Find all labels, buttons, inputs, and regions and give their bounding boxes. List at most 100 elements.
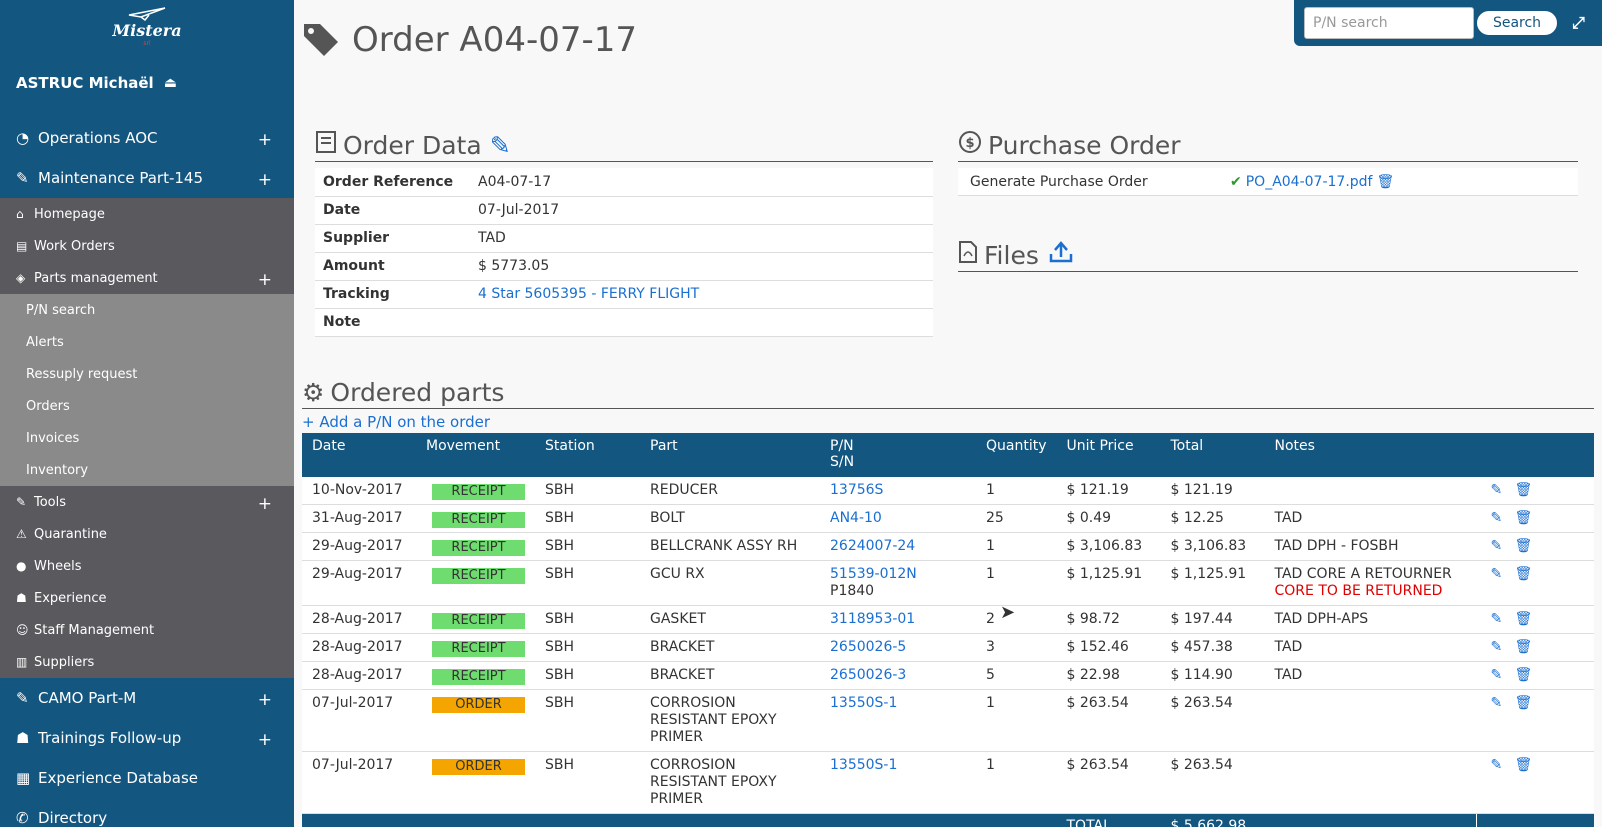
pn-link[interactable]: 2650026-3 — [830, 667, 906, 683]
expand-plus-icon[interactable]: + — [258, 170, 272, 190]
order-data-heading: Order Data ✎ — [315, 130, 933, 162]
cell-unit-price: $ 3,106.83 — [1056, 532, 1161, 561]
pn-link[interactable]: 13550S-1 — [830, 695, 897, 711]
nav-wheels[interactable]: ● Wheels — [0, 550, 294, 582]
cell-total: $ 3,106.83 — [1160, 532, 1265, 561]
pn-link[interactable]: 13550S-1 — [830, 757, 897, 773]
trash-icon[interactable]: 🗑 — [1515, 667, 1539, 684]
nav-orders[interactable]: Orders — [0, 390, 294, 422]
check-icon: ✔ — [1230, 173, 1242, 190]
col-pn-sn[interactable]: P/N S/N — [820, 433, 976, 477]
nav-ressuply[interactable]: Ressuply request — [0, 358, 294, 390]
pencil-edit-icon[interactable]: ✎ — [1491, 757, 1515, 774]
expand-plus-icon[interactable]: + — [258, 494, 272, 514]
expand-plus-icon[interactable]: + — [258, 730, 272, 750]
users-icon: ☺ — [16, 623, 29, 637]
col-part[interactable]: Part — [640, 433, 820, 477]
add-pn-link[interactable]: + Add a P/N on the order — [302, 413, 1594, 431]
nav-inventory[interactable]: Inventory — [0, 454, 294, 486]
cell-unit-price: $ 22.98 — [1056, 661, 1161, 690]
section-title: Purchase Order — [988, 130, 1181, 160]
expand-plus-icon[interactable]: + — [258, 270, 272, 290]
main-content: Order A04-07-17 Order Data ✎ Order Refer… — [294, 0, 1602, 827]
trash-icon[interactable]: 🗑 — [1515, 538, 1539, 555]
nav-quarantine[interactable]: ⚠ Quarantine — [0, 518, 294, 550]
pn-link[interactable]: 3118953-01 — [830, 611, 915, 627]
pencil-edit-icon[interactable]: ✎ — [1491, 667, 1515, 684]
pn-link[interactable]: AN4-10 — [830, 510, 882, 526]
nav-experience[interactable]: ☗ Experience — [0, 582, 294, 614]
pdf-file-icon — [958, 240, 978, 270]
trash-icon[interactable]: 🗑 — [1515, 510, 1539, 527]
col-total[interactable]: Total — [1161, 433, 1265, 477]
upload-icon[interactable] — [1047, 240, 1075, 270]
graduation-cap-icon: ☗ — [16, 729, 30, 747]
nav-alerts[interactable]: Alerts — [0, 326, 294, 358]
expand-plus-icon[interactable]: + — [258, 130, 272, 150]
cell-part: REDUCER — [640, 477, 820, 505]
movement-badge: RECEIPT — [432, 669, 525, 685]
nav-staff-management[interactable]: ☺ Staff Management — [0, 614, 294, 646]
user-name: ASTRUC Michaël — [16, 74, 154, 92]
nav-homepage[interactable]: ⌂ Homepage — [0, 198, 294, 230]
pencil-edit-icon[interactable]: ✎ — [1491, 566, 1515, 583]
trash-icon[interactable]: 🗑 — [1515, 695, 1539, 712]
nav-trainings[interactable]: ☗ Trainings Follow-up + — [0, 718, 294, 758]
nav-suppliers[interactable]: ▥ Suppliers — [0, 646, 294, 678]
logo-sub: srl — [143, 40, 151, 47]
pencil-edit-icon[interactable]: ✎ — [1491, 639, 1515, 656]
nav-tools[interactable]: ✎ Tools + — [0, 486, 294, 518]
pencil-edit-icon[interactable]: ✎ — [490, 131, 511, 160]
sidebar: Mistera srl ASTRUC Michaël ⏏ ◔ Operation… — [0, 0, 294, 827]
pencil-edit-icon[interactable]: ✎ — [1491, 482, 1515, 499]
dashboard-icon: ◔ — [16, 129, 30, 147]
nav-parts-management[interactable]: ◈ Parts management + — [0, 262, 294, 294]
table-row: 28-Aug-2017 RECEIPT SBH BRACKET 2650026-5 3 $ … — [302, 633, 1594, 662]
cell-notes: TAD DPH-APS — [1274, 611, 1369, 627]
nav-work-orders[interactable]: ▤ Work Orders — [0, 230, 294, 262]
nav-camo[interactable]: ✎ CAMO Part-M + — [0, 678, 294, 718]
nav-maintenance[interactable]: ✎ Maintenance Part-145 + — [0, 158, 294, 198]
nav-label: Work Orders — [34, 238, 115, 254]
col-date[interactable]: Date — [302, 433, 416, 477]
pencil-edit-icon[interactable]: ✎ — [1491, 611, 1515, 628]
cell-station: SBH — [535, 661, 640, 690]
pencil-edit-icon[interactable]: ✎ — [1491, 510, 1515, 527]
nav-pn-search[interactable]: P/N search — [0, 294, 294, 326]
mouse-cursor-icon: ➤ — [1000, 602, 1016, 623]
nav-directory[interactable]: ✆ Directory — [0, 798, 294, 827]
trash-icon[interactable]: 🗑 — [1515, 482, 1539, 499]
pn-link[interactable]: 2624007-24 — [830, 538, 915, 554]
col-notes[interactable]: Notes — [1265, 433, 1477, 477]
app-logo[interactable]: Mistera srl — [0, 0, 294, 48]
pencil-edit-icon[interactable]: ✎ — [1491, 695, 1515, 712]
sign-out-icon[interactable]: ⏏ — [164, 75, 177, 91]
po-file-link[interactable]: PO_A04-07-17.pdf — [1246, 174, 1373, 190]
cell-date: 28-Aug-2017 — [302, 661, 416, 690]
tags-icon: ◈ — [16, 271, 26, 285]
nav-experience-database[interactable]: ▦ Experience Database — [0, 758, 294, 798]
book-icon — [315, 130, 337, 160]
trash-icon[interactable]: 🗑 — [1515, 566, 1539, 583]
pn-link[interactable]: 2650026-5 — [830, 639, 906, 655]
pn-link[interactable]: 51539-012N — [830, 566, 917, 582]
expand-plus-icon[interactable]: + — [258, 690, 272, 710]
pencil-edit-icon[interactable]: ✎ — [1491, 538, 1515, 555]
col-unit-price[interactable]: Unit Price — [1057, 433, 1161, 477]
table-row: 29-Aug-2017 RECEIPT SBH GCU RX 51539-012N P18… — [302, 560, 1594, 606]
trash-icon[interactable]: 🗑 — [1376, 174, 1394, 190]
pn-link[interactable]: 13756S — [830, 482, 883, 498]
nav-invoices[interactable]: Invoices — [0, 422, 294, 454]
nav-operations[interactable]: ◔ Operations AOC + — [0, 118, 294, 158]
files-section: Files — [958, 240, 1578, 272]
cell-station: SBH — [535, 560, 640, 606]
cell-total: $ 114.90 — [1160, 661, 1265, 690]
tracking-link[interactable]: 4 Star 5605395 - FERRY FLIGHT — [478, 286, 699, 302]
col-movement[interactable]: Movement — [416, 433, 535, 477]
col-station[interactable]: Station — [535, 433, 640, 477]
trash-icon[interactable]: 🗑 — [1515, 611, 1539, 628]
col-quantity[interactable]: Quantity — [976, 433, 1057, 477]
trash-icon[interactable]: 🗑 — [1515, 639, 1539, 656]
table-row: 28-Aug-2017 RECEIPT SBH GASKET 3118953-01 2 $ … — [302, 605, 1594, 634]
trash-icon[interactable]: 🗑 — [1515, 757, 1539, 774]
